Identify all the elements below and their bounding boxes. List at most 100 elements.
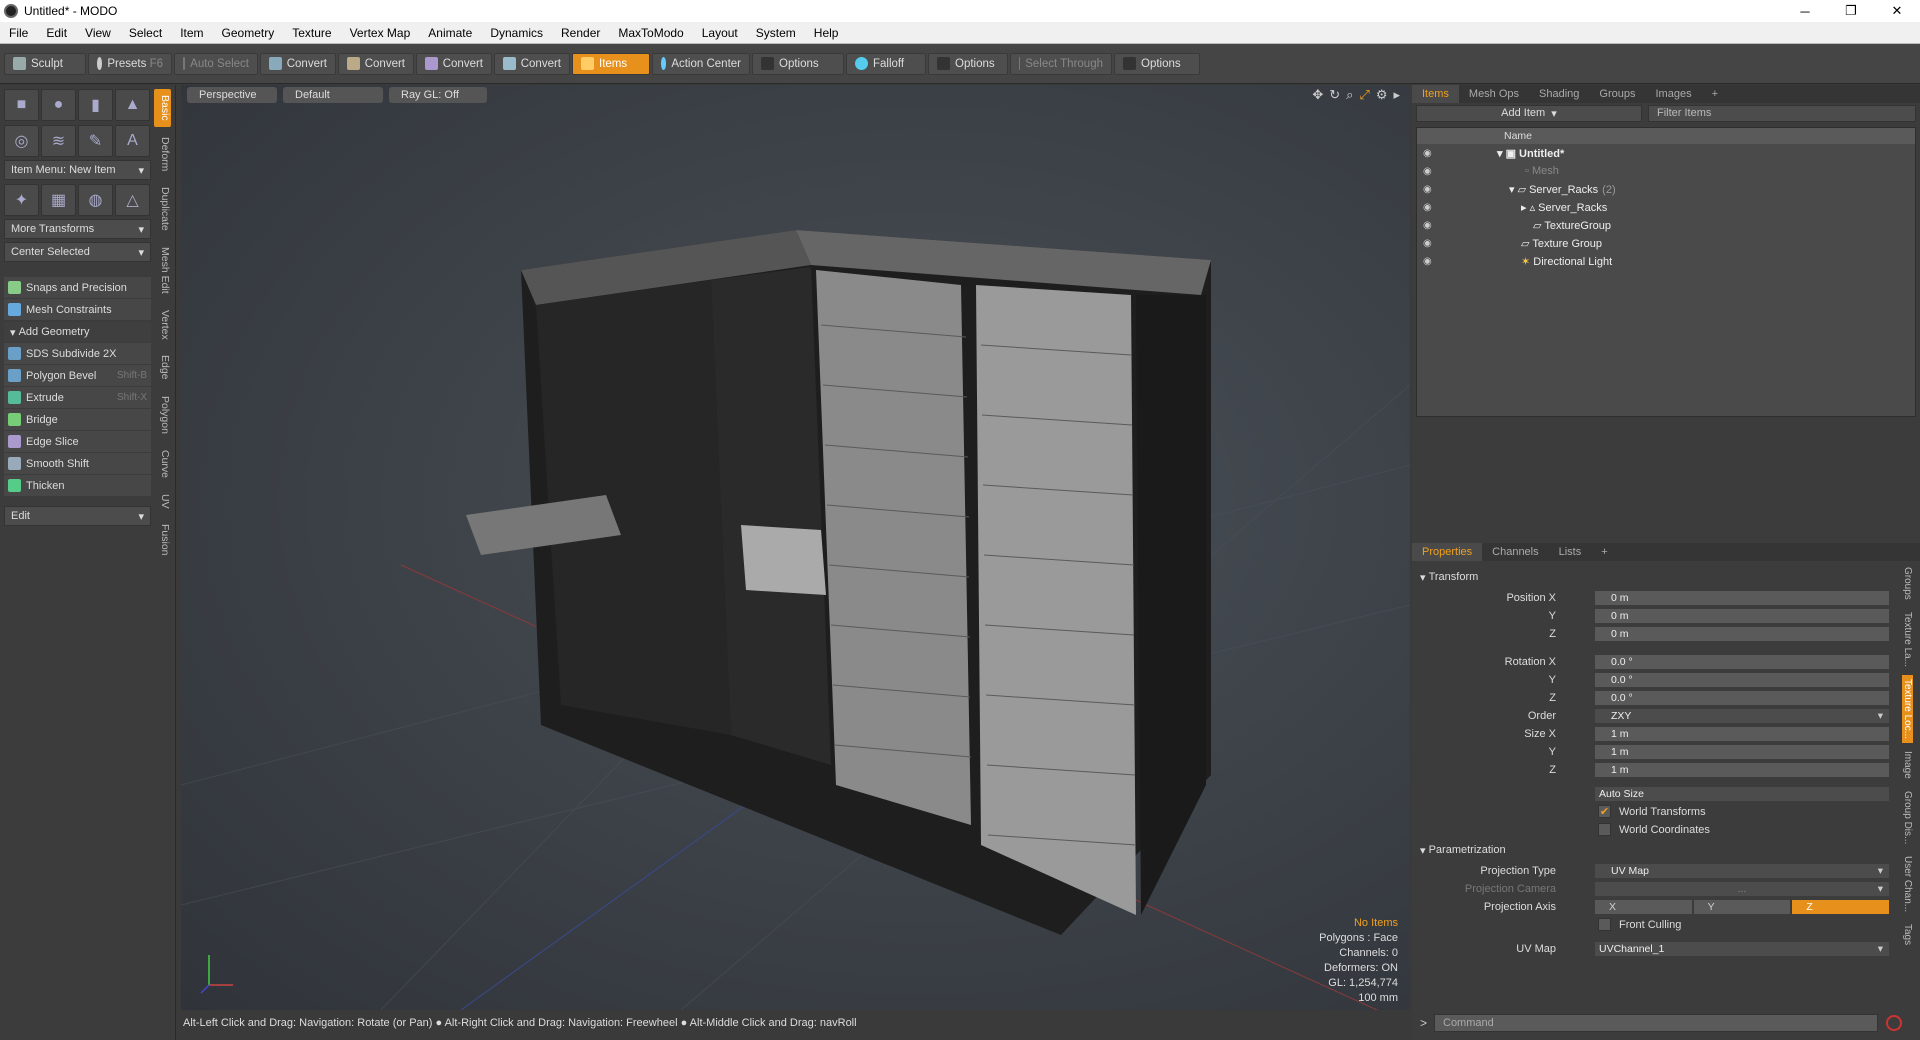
tree-row[interactable]: ◉ ▱ TextureGroup xyxy=(1417,216,1915,234)
minimize-button[interactable]: ─ xyxy=(1782,0,1828,22)
menu-layout[interactable]: Layout xyxy=(693,26,747,40)
menu-render[interactable]: Render xyxy=(552,26,609,40)
menu-maxtomodo[interactable]: MaxToModo xyxy=(609,26,692,40)
tree-row[interactable]: ◉ ▾ ▱ Server_Racks (2) xyxy=(1417,180,1915,198)
eye-icon[interactable]: ◉ xyxy=(1423,202,1432,213)
axis-x-button[interactable]: X xyxy=(1594,898,1693,915)
convert-button-3[interactable]: Convert xyxy=(416,52,492,75)
items-mode-button[interactable]: Items xyxy=(572,52,650,75)
convert-button-2[interactable]: Convert xyxy=(338,52,414,75)
rotation-order-dropdown[interactable]: ZXY xyxy=(1594,707,1890,724)
expand-arrow-icon[interactable]: ▸ xyxy=(1393,87,1400,103)
transform-icon[interactable]: ✦ xyxy=(4,184,39,216)
sculpt-button[interactable]: Sculpt xyxy=(4,52,86,75)
falloff-button[interactable]: Falloff xyxy=(846,52,926,75)
vtab-edge[interactable]: Edge xyxy=(154,349,171,386)
pen-icon[interactable]: ✎ xyxy=(78,125,113,157)
raygl-button[interactable]: Ray GL: Off xyxy=(389,87,487,103)
tool-polygon-bevel[interactable]: Polygon Bevel Shift-B xyxy=(4,365,151,386)
tab-images[interactable]: Images xyxy=(1646,85,1702,103)
3d-viewport[interactable]: Perspective Default Ray GL: Off ✥ ↻ ⌕ ⤢ … xyxy=(181,85,1410,1010)
eye-icon[interactable]: ◉ xyxy=(1423,148,1432,159)
options-button-3[interactable]: Options xyxy=(1114,52,1200,75)
auto-size-button[interactable]: Auto Size xyxy=(1594,785,1890,802)
convert-button-4[interactable]: Convert xyxy=(494,52,570,75)
vtab-basic[interactable]: Basic xyxy=(154,89,171,127)
menu-help[interactable]: Help xyxy=(805,26,848,40)
select-through-button[interactable]: Select Through xyxy=(1010,52,1112,75)
item-tree[interactable]: Name ◉ ▾ ▣ Untitled* ◉ ▫ Mesh ◉ ▾ ▱ Server_… xyxy=(1416,127,1916,417)
pan-icon[interactable]: ✥ xyxy=(1312,87,1323,103)
vtab-image[interactable]: Image xyxy=(1902,747,1913,783)
vtab-fusion[interactable]: Fusion xyxy=(154,518,171,562)
tool-sds-subdivide[interactable]: SDS Subdivide 2X xyxy=(4,343,151,364)
tree-row[interactable]: ◉ ▸ ▵ Server_Racks xyxy=(1417,198,1915,216)
size-z-field[interactable]: 1 m xyxy=(1594,761,1890,778)
text-icon[interactable]: A xyxy=(115,125,150,157)
close-button[interactable]: ✕ xyxy=(1874,0,1920,22)
vtab-curve[interactable]: Curve xyxy=(154,444,171,484)
uv-map-dropdown[interactable]: UVChannel_1 xyxy=(1594,940,1890,957)
vtab-vertex[interactable]: Vertex xyxy=(154,304,171,346)
menu-system[interactable]: System xyxy=(747,26,805,40)
tree-row[interactable]: ◉ ▱ Texture Group xyxy=(1417,234,1915,252)
center-selected-dropdown[interactable]: Center Selected ▾ xyxy=(4,242,151,262)
projection-type-dropdown[interactable]: UV Map xyxy=(1594,862,1890,879)
menu-texture[interactable]: Texture xyxy=(283,26,340,40)
axis-z-button[interactable]: Z xyxy=(1791,898,1891,915)
parametrization-section[interactable]: ▾ Parametrization xyxy=(1412,841,1912,859)
position-z-field[interactable]: 0 m xyxy=(1594,625,1890,642)
add-tab-icon[interactable]: + xyxy=(1702,85,1728,103)
tool-thicken[interactable]: Thicken xyxy=(4,475,151,496)
add-geometry-section[interactable]: ▾ Add Geometry xyxy=(4,322,151,342)
menu-dynamics[interactable]: Dynamics xyxy=(481,26,552,40)
sphere-icon[interactable]: ● xyxy=(41,89,76,121)
convert-button-1[interactable]: Convert xyxy=(260,52,336,75)
fit-icon[interactable]: ⤢ xyxy=(1359,87,1369,103)
position-y-field[interactable]: 0 m xyxy=(1594,607,1890,624)
auto-select-button[interactable]: Auto Select xyxy=(174,52,258,75)
rotation-y-field[interactable]: 0.0 ° xyxy=(1594,671,1890,688)
tree-row[interactable]: ◉ ✶ Directional Light xyxy=(1417,252,1915,270)
tree-row[interactable]: ◉ ▾ ▣ Untitled* xyxy=(1417,144,1915,162)
eye-icon[interactable]: ◉ xyxy=(1423,220,1432,231)
eye-icon[interactable]: ◉ xyxy=(1423,256,1432,267)
record-icon[interactable] xyxy=(1886,1015,1902,1031)
vtab-user-channels[interactable]: User Chan... xyxy=(1902,852,1913,916)
tab-groups[interactable]: Groups xyxy=(1589,85,1645,103)
vtab-uv[interactable]: UV xyxy=(154,488,171,515)
projection-camera-dropdown[interactable]: ... xyxy=(1594,880,1890,897)
menu-edit[interactable]: Edit xyxy=(37,26,76,40)
vtab-group-display[interactable]: Group Dis... xyxy=(1902,787,1913,848)
edit-dropdown[interactable]: Edit ▾ xyxy=(4,506,151,526)
pyramid-icon[interactable]: △ xyxy=(115,184,150,216)
rotation-x-field[interactable]: 0.0 ° xyxy=(1594,653,1890,670)
server-racks-model[interactable] xyxy=(466,230,1211,935)
snaps-precision-button[interactable]: Snaps and Precision xyxy=(4,277,151,298)
cube-icon[interactable]: ■ xyxy=(4,89,39,121)
tab-items[interactable]: Items xyxy=(1412,85,1459,103)
menu-select[interactable]: Select xyxy=(120,26,171,40)
world-transforms-checkbox[interactable]: ✔ World Transforms xyxy=(1594,805,1706,818)
presets-button[interactable]: Presets F6 xyxy=(88,52,172,75)
capsule-icon[interactable]: ≋ xyxy=(41,125,76,157)
rotate-icon[interactable]: ↻ xyxy=(1329,87,1340,103)
world-coordinates-checkbox[interactable]: World Coordinates xyxy=(1594,823,1710,836)
eye-icon[interactable]: ◉ xyxy=(1423,184,1432,195)
tool-bridge[interactable]: Bridge xyxy=(4,409,151,430)
menu-item[interactable]: Item xyxy=(171,26,212,40)
options-button-1[interactable]: Options xyxy=(752,52,844,75)
eye-icon[interactable]: ◉ xyxy=(1423,238,1432,249)
menu-file[interactable]: File xyxy=(0,26,37,40)
globe-icon[interactable]: ◍ xyxy=(78,184,113,216)
vtab-texture-locator[interactable]: Texture Loc... xyxy=(1902,674,1913,743)
more-transforms-dropdown[interactable]: More Transforms ▾ xyxy=(4,219,151,239)
filter-items-input[interactable]: Filter Items xyxy=(1648,104,1916,122)
torus-icon[interactable]: ◎ xyxy=(4,125,39,157)
tab-lists[interactable]: Lists xyxy=(1549,543,1592,561)
vtab-deform[interactable]: Deform xyxy=(154,131,171,177)
tab-shading[interactable]: Shading xyxy=(1529,85,1589,103)
menu-view[interactable]: View xyxy=(76,26,120,40)
position-x-field[interactable]: 0 m xyxy=(1594,589,1890,606)
tool-smooth-shift[interactable]: Smooth Shift xyxy=(4,453,151,474)
